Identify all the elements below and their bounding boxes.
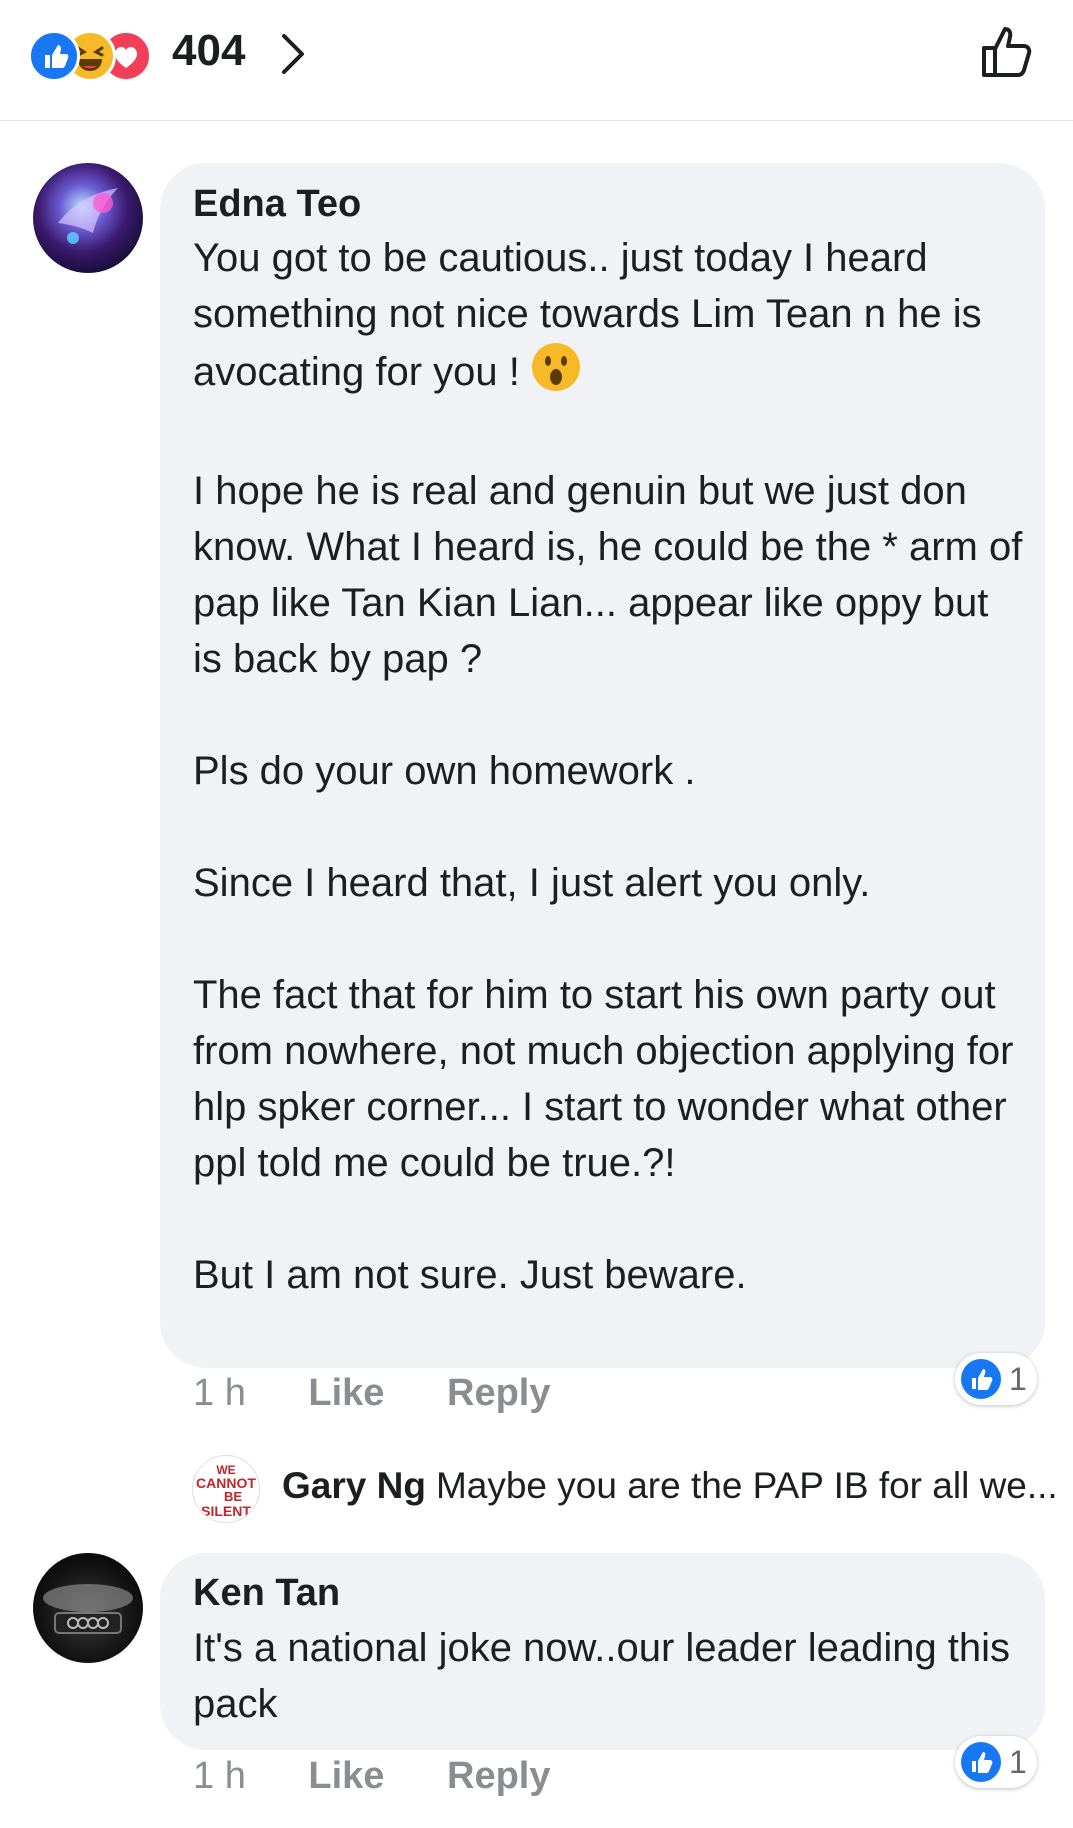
reply-snippet: Maybe you are the PAP IB for all we... — [435, 1465, 1058, 1506]
like-button[interactable]: Like — [308, 1755, 384, 1797]
comment-paragraph: It's a national joke now..our leader lea… — [193, 1626, 1011, 1726]
comment-paragraph: I hope he is real and genuin but we just… — [193, 469, 1023, 681]
chevron-right-icon[interactable] — [278, 32, 308, 81]
reply-button[interactable]: Reply — [447, 1755, 550, 1797]
comment-author[interactable]: Edna Teo — [193, 183, 361, 226]
comment-paragraph: You got to be cautious.. just today I he… — [193, 236, 982, 395]
comment-actions: 1 h Like Reply — [193, 1755, 550, 1798]
reply-author[interactable]: Gary Ng — [282, 1465, 426, 1506]
comment-author[interactable]: Ken Tan — [193, 1572, 340, 1615]
comment-time[interactable]: 1 h — [193, 1372, 246, 1414]
reply-button[interactable]: Reply — [447, 1372, 550, 1414]
comment-paragraph: Since I heard that, I just alert you onl… — [193, 861, 871, 905]
comment-time[interactable]: 1 h — [193, 1755, 246, 1797]
comment-paragraph: But I am not sure. Just beware. — [193, 1253, 747, 1297]
reply-preview-text[interactable]: Gary Ng Maybe you are the PAP IB for all … — [282, 1465, 1058, 1507]
comment-reactions[interactable]: 1 — [955, 1736, 1037, 1788]
avatar[interactable] — [33, 1553, 143, 1663]
comment-text: You got to be cautious.. just today I he… — [193, 230, 1023, 1303]
avatar[interactable] — [33, 163, 143, 273]
comment-actions: 1 h Like Reply — [193, 1372, 550, 1415]
like-icon — [961, 1742, 1001, 1782]
comment-paragraph: The fact that for him to start his own p… — [193, 973, 1014, 1185]
reaction-summary[interactable] — [28, 30, 168, 82]
reaction-count: 1 — [1009, 1361, 1027, 1397]
like-button[interactable]: Like — [308, 1372, 384, 1414]
wow-emoji-icon — [531, 342, 581, 407]
comment-text: It's a national joke now..our leader lea… — [193, 1620, 1023, 1732]
like-outline-icon[interactable] — [978, 22, 1036, 85]
svg-text:SILENT: SILENT — [201, 1503, 251, 1519]
comment-paragraph: Pls do your own homework . — [193, 749, 696, 793]
reaction-count: 1 — [1009, 1744, 1027, 1780]
like-icon — [961, 1359, 1001, 1399]
comment-reactions[interactable]: 1 — [955, 1353, 1037, 1405]
svg-text:BE: BE — [224, 1489, 242, 1504]
reply-preview[interactable]: WE CANNOT BE SILENT Gary Ng Maybe you are… — [192, 1455, 1058, 1525]
like-icon — [28, 30, 80, 82]
reaction-count[interactable]: 404 — [172, 26, 245, 76]
reactions-header: 404 — [0, 0, 1073, 121]
avatar[interactable]: WE CANNOT BE SILENT — [192, 1455, 260, 1523]
